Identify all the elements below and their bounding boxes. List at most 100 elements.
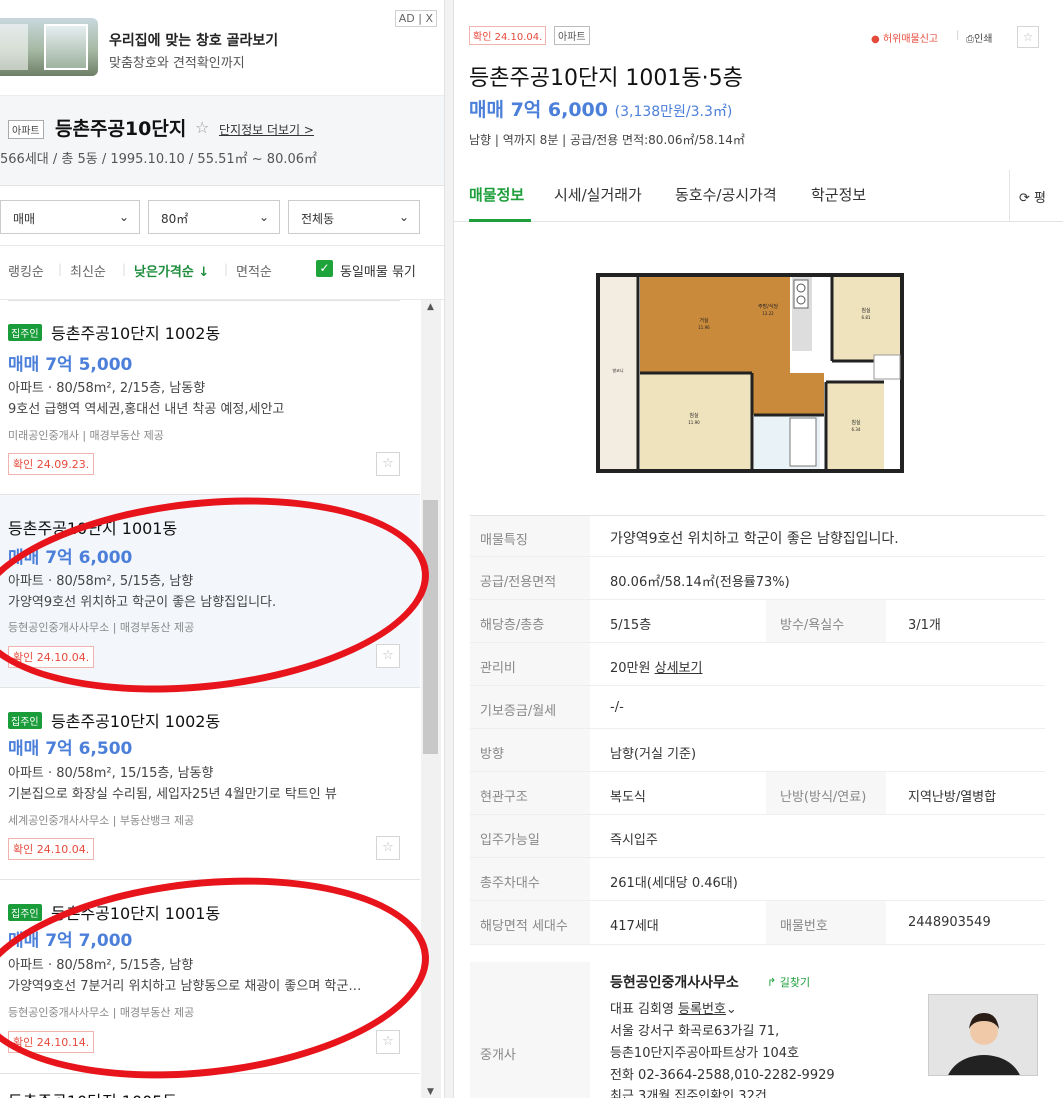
- info-row: 기보증금/월세 -/-: [470, 686, 1045, 729]
- info-label: 해당층/총층: [480, 618, 545, 633]
- directions-label: 길찾기: [779, 976, 811, 989]
- detail-panel: 확인 24.10.04. 아파트 ● 허위매물신고 | ⎙인쇄 ☆ 등촌주공10…: [454, 0, 1063, 1098]
- listing-price: 매매 7억 5,000: [8, 355, 133, 375]
- info-label: 관리비: [480, 661, 516, 676]
- maintenance-detail-link[interactable]: 상세보기: [655, 661, 703, 676]
- info-label: 매물번호: [780, 919, 828, 934]
- info-row: 현관구조 복도식 난방(방식/연료) 지역난방/열병합: [470, 772, 1045, 815]
- listing-source: 미래공인중개사 | 매경부동산 제공: [8, 429, 164, 442]
- listing-title[interactable]: 등촌주공10단지 1001동: [51, 900, 220, 924]
- info-row: 관리비 20만원 상세보기: [470, 643, 1045, 686]
- listing-spec: 아파트 · 80/58m², 2/15층, 남동향: [8, 381, 206, 396]
- sort-latest[interactable]: 최신순: [70, 261, 106, 280]
- report-button[interactable]: ● 허위매물신고: [871, 30, 938, 45]
- agent-address-2: 등촌10단지주공아파트상가 104호: [610, 1046, 800, 1061]
- room-label: 침실: [689, 412, 699, 419]
- sort-ranking[interactable]: 랭킹순: [8, 261, 44, 280]
- ad-title[interactable]: 우리집에 맞는 창호 골라보기: [109, 30, 278, 50]
- favorite-star-icon[interactable]: ☆: [376, 644, 400, 668]
- info-label: 해당면적 세대수: [480, 919, 568, 934]
- favorite-star-icon[interactable]: ☆: [376, 1030, 400, 1054]
- siren-icon: ●: [871, 34, 880, 45]
- listing-source: 등현공인중개사사무소 | 매경부동산 제공: [8, 621, 195, 634]
- area-select[interactable]: 80㎡ ⌄: [148, 200, 280, 234]
- directions-link[interactable]: ↱ 길찾기: [767, 974, 810, 990]
- dong-select[interactable]: 전체동 ⌄: [288, 200, 420, 234]
- agent-recent: 최근 3개월 집주인확인 32건: [610, 1089, 767, 1098]
- maintenance-fee: 20만원: [610, 661, 651, 676]
- room-area: 11.90: [688, 420, 700, 425]
- unit-toggle-button[interactable]: ⟳ 평: [1009, 170, 1063, 222]
- tab-school-info[interactable]: 학군정보: [811, 184, 866, 205]
- listing-card[interactable]: 집주인 등촌주공10단지 1001동 매매 7억 7,000 아파트 · 80/…: [0, 880, 420, 1074]
- property-type-badge: 아파트: [554, 26, 590, 45]
- tab-unit-price[interactable]: 동호수/공시가격: [675, 184, 777, 205]
- print-label: 인쇄: [974, 34, 993, 45]
- owner-badge: 집주인: [8, 712, 42, 729]
- listing-spec: 아파트 · 80/58m², 5/15층, 남향: [8, 574, 194, 589]
- room-area: 13.22: [762, 311, 774, 316]
- info-label: 기보증금/월세: [480, 704, 557, 719]
- registration-link[interactable]: 등록번호: [678, 1002, 726, 1017]
- owner-badge: 집주인: [8, 904, 42, 921]
- listing-spec: 아파트 · 80/58m², 5/15층, 남향: [8, 958, 194, 973]
- print-button[interactable]: ⎙인쇄: [966, 30, 992, 45]
- chevron-down-icon: ⌄: [258, 210, 269, 224]
- listing-title[interactable]: 등촌주공10단지 1001동: [8, 515, 177, 539]
- complex-name: 등촌주공10단지: [55, 118, 187, 140]
- detail-tabs: 매물정보 시세/실거래가 동호수/공시가격 학군정보: [454, 170, 1063, 222]
- info-row: 해당면적 세대수 417세대 매물번호 2448903549: [470, 901, 1045, 945]
- chevron-down-icon: ⌄: [118, 210, 129, 224]
- print-icon: ⎙: [966, 34, 974, 45]
- info-row: 입주가능일 즉시입주: [470, 815, 1045, 858]
- group-checkbox[interactable]: ✓: [316, 260, 333, 277]
- complex-info-link[interactable]: 단지정보 더보기 >: [219, 121, 314, 138]
- trade-type-select[interactable]: 매매 ⌄: [0, 200, 140, 234]
- listing-title[interactable]: 등촌주공10단지 1005동: [8, 1088, 177, 1098]
- listing-list: 집주인 등촌주공10단지 1002동 매매 7억 5,000 아파트 · 80/…: [0, 300, 420, 1098]
- info-label: 방수/욕실수: [780, 618, 845, 633]
- listing-title[interactable]: 등촌주공10단지 1002동: [51, 320, 220, 344]
- favorite-star-icon[interactable]: ☆: [376, 836, 400, 860]
- agent-name: 등현공인중개사사무소: [610, 975, 739, 991]
- ad-close-button[interactable]: AD | X: [394, 10, 437, 27]
- room-area: 11.96: [698, 325, 710, 330]
- group-label[interactable]: 동일매물 묶기: [340, 261, 416, 280]
- info-value: 261대(세대당 0.46대): [610, 876, 738, 891]
- complex-type-badge: 아파트: [8, 120, 44, 139]
- scroll-down-icon[interactable]: ▼: [427, 1087, 434, 1097]
- detail-title: 등촌주공10단지 1001동·5층: [469, 66, 743, 91]
- agent-rep-name: 대표 김회영: [610, 1002, 674, 1017]
- info-value: -/-: [610, 700, 624, 715]
- room-area: 6.34: [852, 427, 861, 432]
- sort-low-price[interactable]: 낮은가격순 ↓: [134, 261, 209, 280]
- tab-listing-info[interactable]: 매물정보: [469, 184, 524, 205]
- info-label: 매물특징: [480, 533, 528, 548]
- panel-divider[interactable]: [444, 0, 454, 1098]
- info-value: 즉시입주: [610, 833, 658, 848]
- sort-area[interactable]: 면적순: [236, 261, 272, 280]
- floor-plan-image[interactable]: 거실 11.96 주방/식당 13.22 침실 6.81 침실 11.90 침실…: [594, 272, 909, 474]
- scroll-up-icon[interactable]: ▲: [427, 302, 434, 312]
- listing-card-selected[interactable]: 등촌주공10단지 1001동 매매 7억 6,000 아파트 · 80/58m²…: [0, 495, 420, 688]
- favorite-star-icon[interactable]: ☆: [1017, 26, 1039, 48]
- info-label: 입주가능일: [480, 833, 540, 848]
- info-label: 총주차대수: [480, 876, 540, 891]
- favorite-star-icon[interactable]: ☆: [195, 118, 209, 137]
- listing-card[interactable]: 등촌주공10단지 1005동: [0, 1074, 420, 1098]
- route-icon: ↱: [767, 976, 777, 989]
- tab-price-history[interactable]: 시세/실거래가: [554, 184, 642, 205]
- listing-card[interactable]: 집주인 등촌주공10단지 1002동 매매 7억 6,500 아파트 · 80/…: [0, 688, 420, 880]
- ad-subtitle: 맞춤창호와 견적확인까지: [109, 56, 245, 71]
- confirm-date-badge: 확인 24.10.04.: [469, 26, 547, 45]
- list-scrollbar-thumb[interactable]: [423, 500, 438, 754]
- complex-header: 아파트 등촌주공10단지 ☆ 단지정보 더보기 > 566세대 / 총 5동 /…: [0, 96, 444, 186]
- chevron-down-icon: ⌄: [725, 1002, 737, 1017]
- favorite-star-icon[interactable]: ☆: [376, 452, 400, 476]
- listing-title[interactable]: 등촌주공10단지 1002동: [51, 708, 220, 732]
- listing-source: 등현공인중개사사무소 | 매경부동산 제공: [8, 1006, 195, 1019]
- info-value: 남향(거실 기준): [610, 747, 697, 762]
- ad-banner[interactable]: 우리집에 맞는 창호 골라보기 맞춤창호와 견적확인까지 AD | X: [0, 0, 444, 96]
- info-value: 417세대: [610, 919, 659, 934]
- listing-card[interactable]: 집주인 등촌주공10단지 1002동 매매 7억 5,000 아파트 · 80/…: [0, 300, 420, 495]
